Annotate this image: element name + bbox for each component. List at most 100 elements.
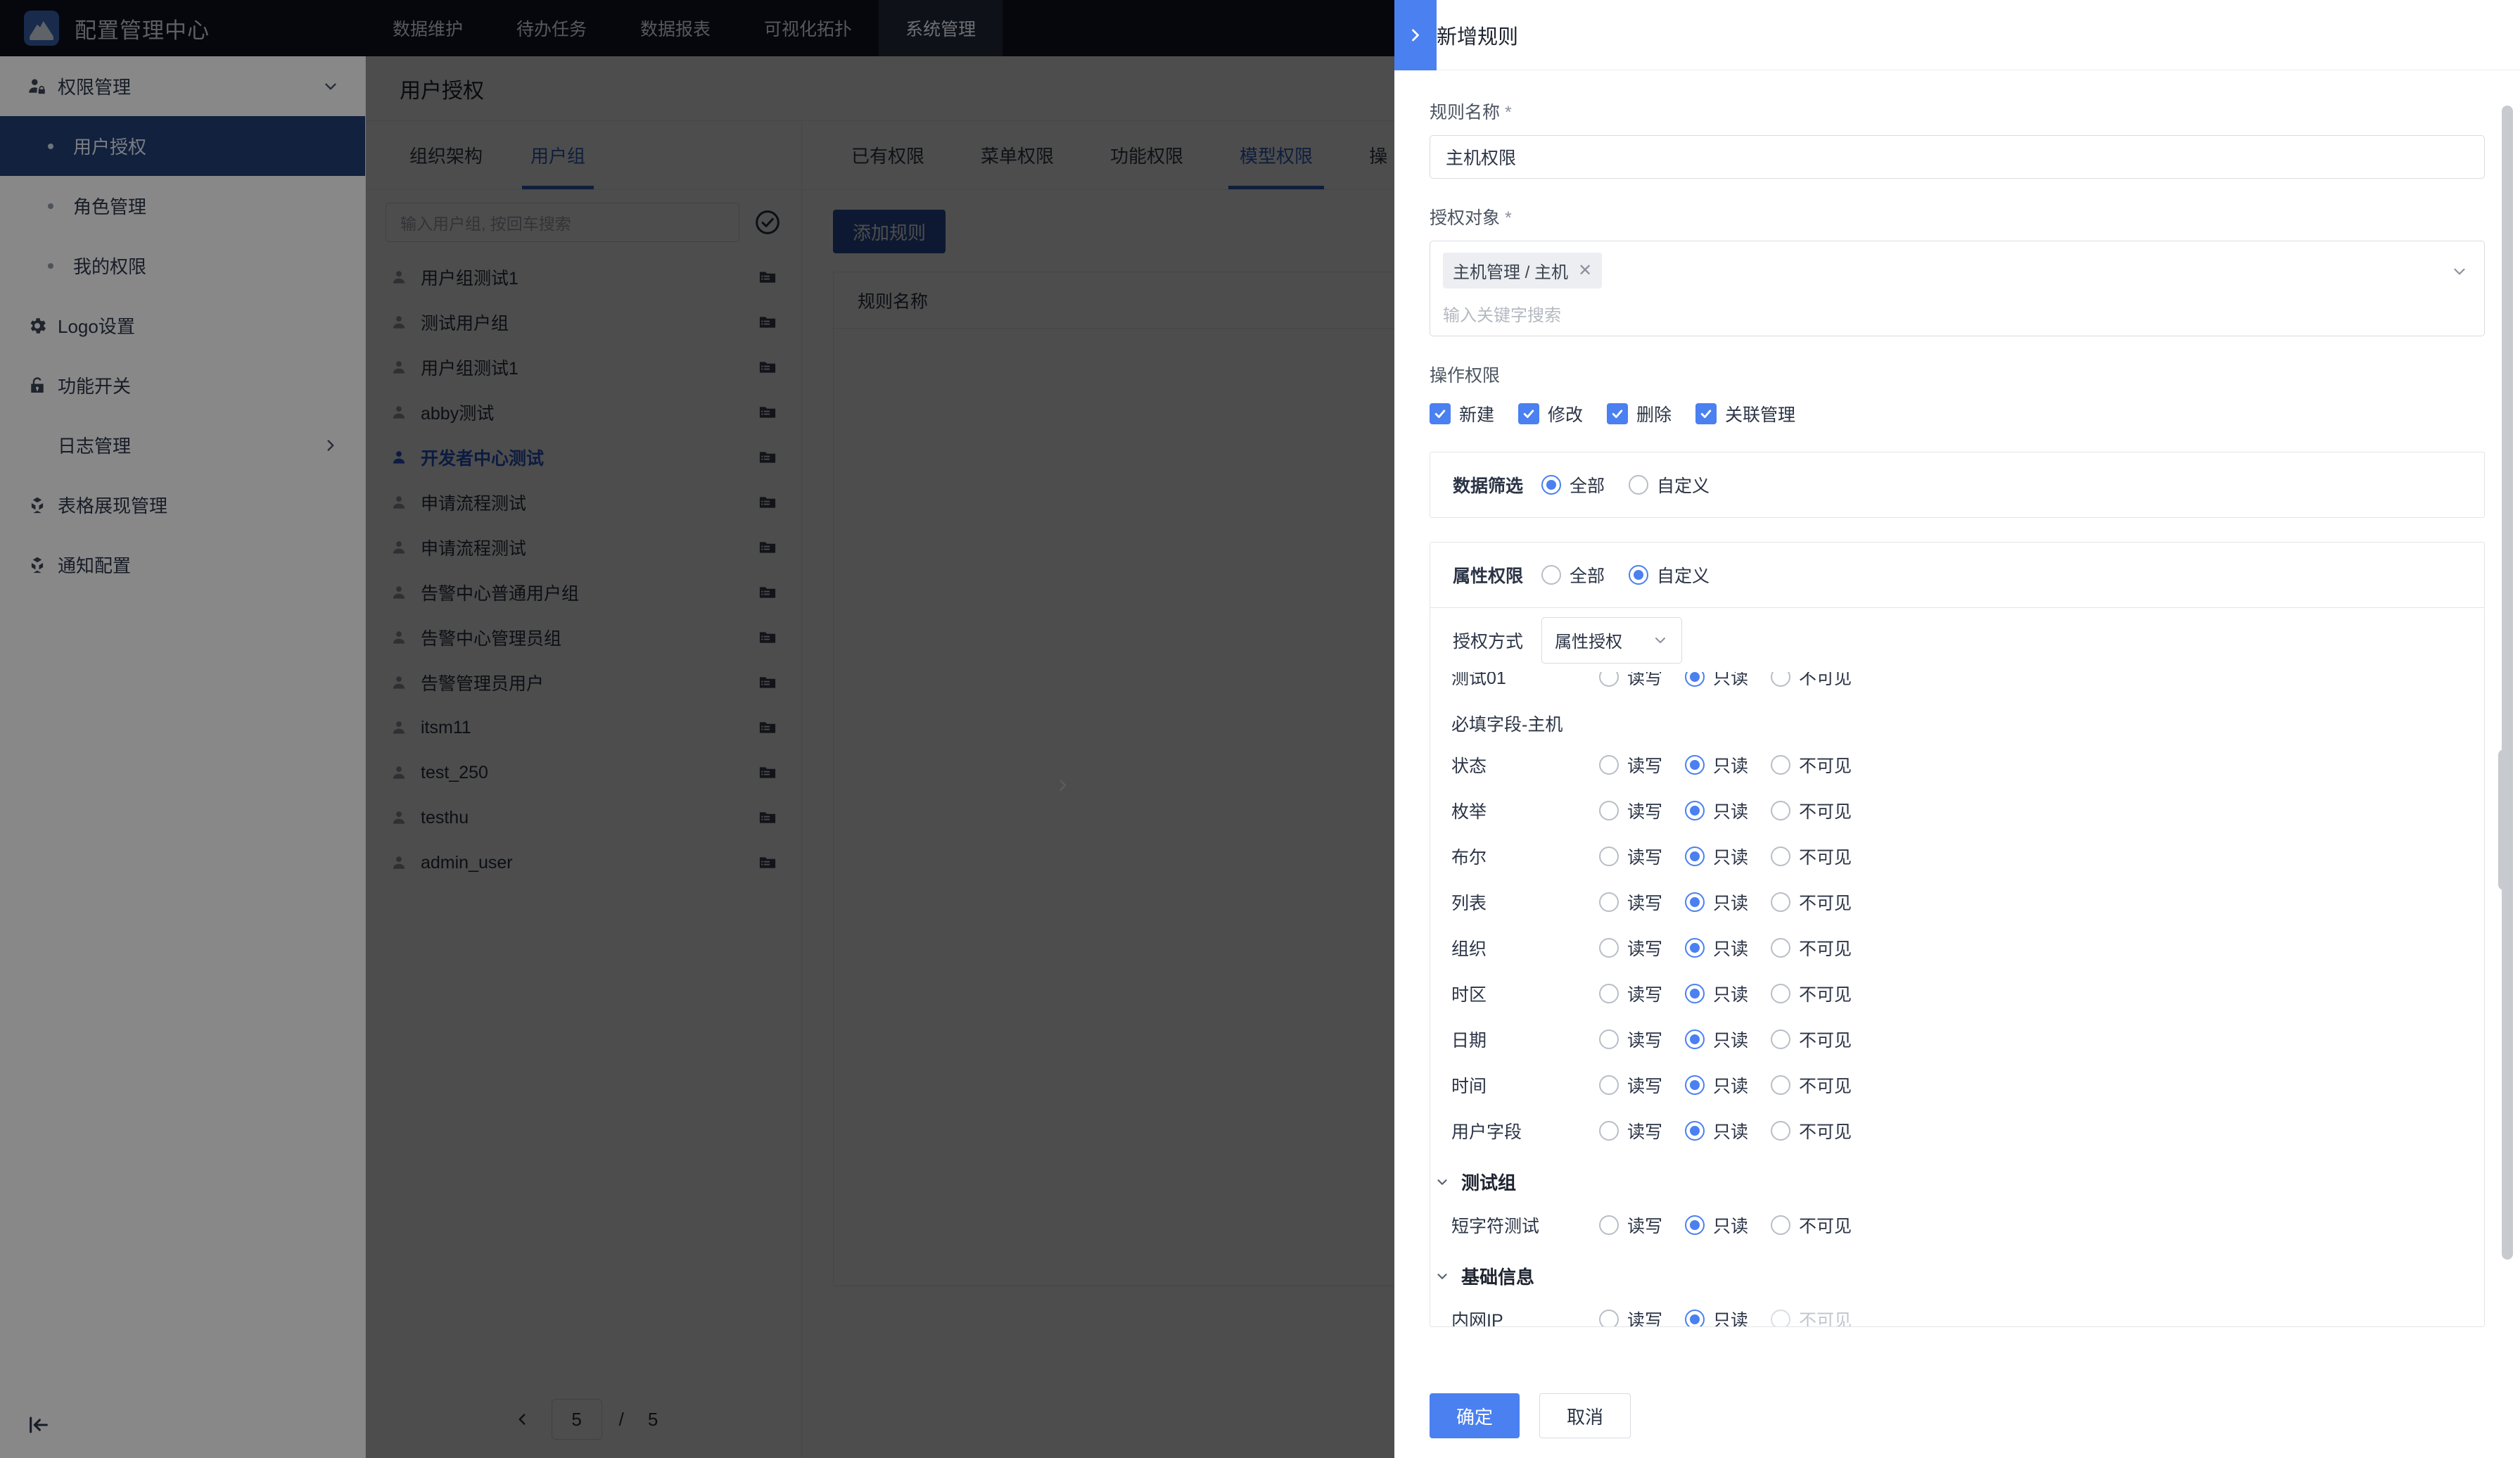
auth-object-search-input[interactable]: 输入关键字搜索 <box>1443 301 2471 326</box>
required-mark: * <box>1504 103 1512 122</box>
radio-icon <box>1541 565 1562 585</box>
auth-object-label-text: 授权对象 <box>1430 208 1501 228</box>
radio-label: 不可见 <box>1799 984 1852 1005</box>
radio-attr-perm-custom[interactable]: 自定义 <box>1629 562 1710 588</box>
radio-icon <box>1599 1309 1619 1326</box>
radio-hidden[interactable]: 不可见 <box>1771 752 1857 778</box>
checkbox-create[interactable]: 新建 <box>1430 401 1494 426</box>
radio-icon <box>1771 846 1790 866</box>
radio-readonly[interactable]: 只读 <box>1685 798 1771 823</box>
radio-icon <box>1685 1029 1705 1049</box>
rule-name-input[interactable]: 主机权限 <box>1430 135 2485 179</box>
radio-readonly[interactable]: 只读 <box>1685 935 1771 961</box>
attr-name: 组织 <box>1451 939 1487 959</box>
drawer-scrollbar[interactable] <box>2502 106 2513 1260</box>
radio-icon <box>1771 937 1790 958</box>
close-icon[interactable]: ✕ <box>1578 260 1592 281</box>
radio-icon <box>1599 672 1619 687</box>
checkbox-relation-management[interactable]: 关联管理 <box>1695 401 1795 426</box>
attr-row: 时间 读写 只读 不可见 <box>1451 1062 2484 1108</box>
radio-icon <box>1771 983 1790 1003</box>
attr-name: 日期 <box>1451 1030 1487 1051</box>
attr-name: 列表 <box>1451 893 1487 913</box>
radio-readonly[interactable]: 只读 <box>1685 752 1771 778</box>
data-filter-panel: 数据筛选 全部 自定义 <box>1430 452 2485 518</box>
modal-overlay[interactable] <box>0 0 1394 1458</box>
radio-readonly[interactable]: 只读 <box>1685 889 1771 915</box>
radio-readonly[interactable]: 只读 <box>1685 1212 1771 1238</box>
radio-data-filter-custom[interactable]: 自定义 <box>1629 472 1710 497</box>
radio-label: 读写 <box>1627 801 1663 822</box>
radio-readwrite[interactable]: 读写 <box>1599 1307 1685 1326</box>
radio-readonly[interactable]: 只读 <box>1685 1072 1771 1098</box>
radio-label: 读写 <box>1627 939 1663 959</box>
radio-hidden[interactable]: 不可见 <box>1771 672 1857 690</box>
chevron-down-icon[interactable] <box>2450 262 2469 281</box>
radio-icon <box>1599 1215 1619 1235</box>
operation-permission-label: 操作权限 <box>1430 366 1501 386</box>
auth-mode-select[interactable]: 属性授权 <box>1541 616 1683 664</box>
radio-hidden[interactable]: 不可见 <box>1771 935 1857 961</box>
radio-readwrite[interactable]: 读写 <box>1599 981 1685 1006</box>
radio-label: 不可见 <box>1799 1030 1852 1051</box>
radio-readwrite[interactable]: 读写 <box>1599 844 1685 869</box>
attr-name: 内网IP <box>1451 1310 1503 1327</box>
radio-readwrite[interactable]: 读写 <box>1599 1212 1685 1238</box>
drawer-title: 新增规则 <box>1394 0 2520 70</box>
radio-icon <box>1599 892 1619 912</box>
attr-row: 用户字段 读写 只读 不可见 <box>1451 1108 2484 1153</box>
radio-attr-perm-all[interactable]: 全部 <box>1541 562 1605 588</box>
attr-group-header-test-group[interactable]: 测试组 <box>1430 1169 2484 1195</box>
radio-label: 不可见 <box>1799 1122 1852 1142</box>
selected-tag: 主机管理 / 主机 ✕ <box>1443 253 1603 289</box>
radio-readwrite[interactable]: 读写 <box>1599 889 1685 915</box>
radio-readwrite[interactable]: 读写 <box>1599 1118 1685 1143</box>
radio-readonly[interactable]: 只读 <box>1685 672 1771 690</box>
radio-readwrite[interactable]: 读写 <box>1599 1072 1685 1098</box>
radio-icon <box>1541 475 1562 495</box>
radio-icon <box>1599 1075 1619 1095</box>
attr-row: 布尔 读写 只读 不可见 <box>1451 833 2484 879</box>
confirm-button[interactable]: 确定 <box>1430 1393 1520 1438</box>
radio-hidden[interactable]: 不可见 <box>1771 889 1857 915</box>
radio-icon <box>1685 672 1705 687</box>
radio-readwrite[interactable]: 读写 <box>1599 752 1685 778</box>
radio-label: 只读 <box>1713 756 1749 776</box>
checkbox-delete[interactable]: 删除 <box>1607 401 1672 426</box>
radio-hidden[interactable]: 不可见 <box>1771 1307 1857 1326</box>
radio-hidden[interactable]: 不可见 <box>1771 1118 1857 1143</box>
attr-row: 状态 读写 只读 不可见 <box>1451 742 2484 787</box>
checkbox-modify[interactable]: 修改 <box>1518 401 1583 426</box>
drawer-toggle-button[interactable] <box>1394 0 1437 70</box>
attribute-permission-label: 属性权限 <box>1453 566 1524 586</box>
attr-name: 布尔 <box>1451 847 1487 868</box>
radio-readwrite[interactable]: 读写 <box>1599 935 1685 961</box>
radio-hidden[interactable]: 不可见 <box>1771 844 1857 869</box>
attribute-list[interactable]: 测试01 读写 只读 不可见 必填字段-主机 状态 读写 只读 不可见 枚举 读… <box>1430 672 2484 1326</box>
cancel-button[interactable]: 取消 <box>1539 1393 1631 1438</box>
radio-icon <box>1685 1309 1705 1326</box>
auth-mode-row: 授权方式 属性授权 <box>1430 607 2484 672</box>
radio-readwrite[interactable]: 读写 <box>1599 798 1685 823</box>
radio-hidden[interactable]: 不可见 <box>1771 981 1857 1006</box>
radio-hidden[interactable]: 不可见 <box>1771 1072 1857 1098</box>
radio-hidden[interactable]: 不可见 <box>1771 1027 1857 1052</box>
radio-readonly[interactable]: 只读 <box>1685 844 1771 869</box>
radio-label: 读写 <box>1627 1216 1663 1236</box>
radio-hidden[interactable]: 不可见 <box>1771 1212 1857 1238</box>
chevron-down-icon <box>1655 637 1666 643</box>
radio-label: 不可见 <box>1799 847 1852 868</box>
radio-readwrite[interactable]: 读写 <box>1599 672 1685 690</box>
radio-hidden[interactable]: 不可见 <box>1771 798 1857 823</box>
radio-readonly[interactable]: 只读 <box>1685 1307 1771 1326</box>
radio-readonly[interactable]: 只读 <box>1685 1118 1771 1143</box>
attr-group-header-basic-info[interactable]: 基础信息 <box>1430 1263 2484 1289</box>
auth-object-select[interactable]: 主机管理 / 主机 ✕ 输入关键字搜索 <box>1430 241 2485 336</box>
attr-row-partial: 测试01 读写 只读 不可见 <box>1451 672 2484 699</box>
radio-label: 只读 <box>1713 1122 1749 1142</box>
radio-readwrite[interactable]: 读写 <box>1599 1027 1685 1052</box>
radio-label: 只读 <box>1713 893 1749 913</box>
radio-data-filter-all[interactable]: 全部 <box>1541 472 1605 497</box>
radio-readonly[interactable]: 只读 <box>1685 981 1771 1006</box>
radio-readonly[interactable]: 只读 <box>1685 1027 1771 1052</box>
